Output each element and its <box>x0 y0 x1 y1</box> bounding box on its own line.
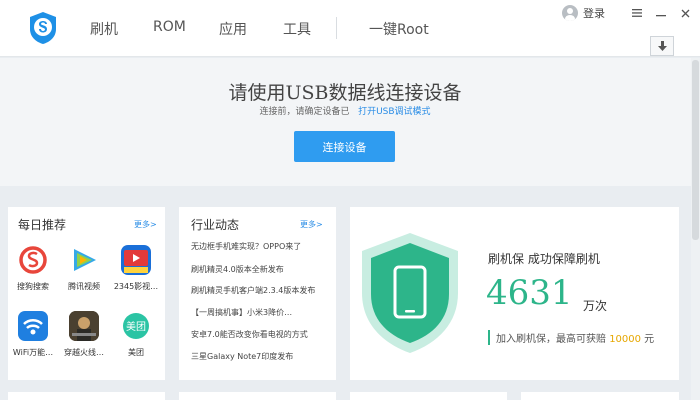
nav-flash[interactable]: 刷机 <box>90 19 118 39</box>
nav-apps[interactable]: 应用 <box>219 19 247 39</box>
industry-news-more-link[interactable]: 更多> <box>300 219 323 230</box>
app-item[interactable]: 美团 美团 <box>111 311 161 358</box>
connect-title: 请使用USB数据线连接设备 <box>228 82 462 104</box>
card-partial <box>179 392 336 400</box>
protection-note-text: 加入刷机保，最高可获赔 <box>496 334 610 345</box>
download-manager-button[interactable] <box>650 36 674 56</box>
protection-amount: 10000 <box>609 334 641 345</box>
download-arrow-icon <box>657 40 667 51</box>
nav-one-click-root[interactable]: 一键Root <box>369 19 429 39</box>
protection-note-unit: 元 <box>641 334 655 345</box>
app-item[interactable]: 穿越火线… <box>59 311 109 358</box>
menu-icon[interactable] <box>629 5 645 21</box>
protection-title: 刷机保 成功保障刷机 <box>488 252 600 266</box>
sogou-search-icon <box>18 245 48 275</box>
app-item[interactable]: 2345影视… <box>111 245 161 292</box>
industry-news-title: 行业动态 <box>191 218 240 232</box>
connect-device-panel: 请使用USB数据线连接设备 连接前，请确定设备已 打开USB调试模式 连接设备 <box>0 58 700 186</box>
daily-recommend-more-link[interactable]: 更多> <box>134 219 157 230</box>
connect-subtitle-text: 连接前，请确定设备已 <box>259 107 350 117</box>
login-button[interactable]: 登录 <box>562 5 605 21</box>
minimize-icon[interactable] <box>653 5 669 21</box>
daily-recommend-title: 每日推荐 <box>18 218 67 232</box>
news-item[interactable]: 【一周搞机事】小米3降价… <box>191 307 292 318</box>
2345-video-icon <box>121 245 151 275</box>
app-name: 搜狗搜索 <box>17 282 49 291</box>
tencent-video-icon <box>69 245 99 275</box>
app-name: 腾讯视频 <box>68 282 100 291</box>
app-item[interactable]: 腾讯视频 <box>59 245 109 292</box>
daily-recommend-card: 每日推荐 更多> 搜狗搜索 腾讯视频 2345影视… WiFi万能… 穿越火线…… <box>8 207 165 380</box>
news-item[interactable]: 无边框手机难实现？OPPO来了 <box>191 241 301 252</box>
shuajijingling-logo-icon[interactable] <box>28 11 58 45</box>
close-icon[interactable] <box>677 5 693 21</box>
protection-note: 加入刷机保，最高可获赔 10000 元 <box>488 330 654 345</box>
card-partial <box>350 392 507 400</box>
shield-phone-icon <box>362 233 458 353</box>
protection-count: 4631 <box>486 273 573 313</box>
news-item[interactable]: 安卓7.0能否改变你看电视的方式 <box>191 329 308 340</box>
svg-text:美团: 美团 <box>126 320 146 333</box>
crossfire-game-icon <box>69 311 99 341</box>
usb-debug-link[interactable]: 打开USB调试模式 <box>358 107 430 117</box>
app-item[interactable]: WiFi万能… <box>8 311 58 358</box>
app-item[interactable]: 搜狗搜索 <box>8 245 58 292</box>
nav-rom[interactable]: ROM <box>153 19 186 35</box>
connect-subtitle: 连接前，请确定设备已 打开USB调试模式 <box>0 104 690 117</box>
app-name: 2345影视… <box>113 282 159 291</box>
flash-protection-card[interactable]: 刷机保 成功保障刷机 4631 万次 加入刷机保，最高可获赔 10000 元 <box>350 207 679 380</box>
connect-device-button[interactable]: 连接设备 <box>294 131 395 162</box>
wifi-key-icon <box>18 311 48 341</box>
app-name: 美团 <box>128 348 144 357</box>
top-bar: 刷机 ROM 应用 工具 一键Root 登录 <box>0 0 700 57</box>
card-partial <box>521 392 679 400</box>
news-item[interactable]: 三星Galaxy Note7印度发布 <box>191 351 293 362</box>
app-name: 穿越火线… <box>64 348 104 357</box>
meituan-icon: 美团 <box>121 311 151 341</box>
card-partial <box>8 392 165 400</box>
user-avatar-icon <box>562 5 578 21</box>
nav-divider <box>336 17 337 39</box>
industry-news-card: 行业动态 更多> 无边框手机难实现？OPPO来了 刷机精灵4.0版本全新发布 刷… <box>179 207 336 380</box>
scrollbar-thumb[interactable] <box>692 60 699 240</box>
protection-unit: 万次 <box>583 299 608 313</box>
news-item[interactable]: 刷机精灵手机客户端2.3.4版本发布 <box>191 285 315 296</box>
login-label: 登录 <box>583 7 605 20</box>
news-item[interactable]: 刷机精灵4.0版本全新发布 <box>191 264 284 275</box>
nav-tools[interactable]: 工具 <box>283 19 311 39</box>
app-name: WiFi万能… <box>12 348 54 357</box>
